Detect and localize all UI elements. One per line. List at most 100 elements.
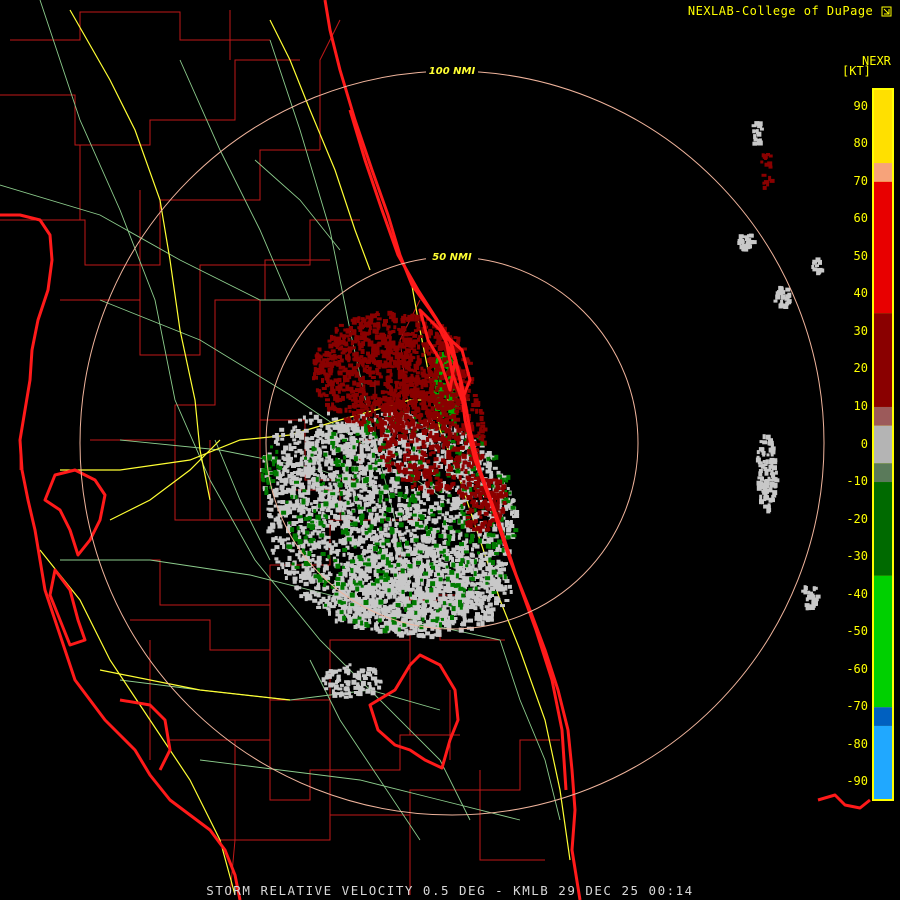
velocity-echo	[308, 570, 312, 576]
velocity-echo	[758, 469, 763, 473]
velocity-echo	[369, 472, 373, 476]
velocity-echo	[286, 537, 290, 541]
velocity-echo	[358, 395, 364, 401]
velocity-echo	[451, 606, 456, 612]
velocity-echo	[272, 488, 276, 493]
velocity-echo	[393, 594, 397, 598]
velocity-echo	[356, 382, 362, 388]
velocity-echo	[374, 578, 380, 584]
velocity-echo	[356, 576, 361, 582]
velocity-echo	[284, 569, 288, 575]
velocity-echo	[298, 520, 304, 523]
velocity-echo	[370, 459, 376, 463]
velocity-echo	[413, 329, 418, 333]
velocity-echo	[422, 595, 428, 599]
velocity-echo	[442, 608, 447, 611]
velocity-echo	[465, 564, 469, 568]
velocity-echo	[346, 452, 350, 458]
velocity-echo	[303, 539, 308, 544]
velocity-echo	[398, 369, 404, 375]
velocity-echo	[425, 631, 431, 636]
velocity-echo	[503, 574, 507, 580]
velocity-echo	[335, 447, 341, 453]
velocity-echo	[474, 544, 480, 549]
velocity-echo	[315, 542, 320, 546]
velocity-echo	[403, 507, 409, 510]
velocity-echo	[481, 467, 485, 471]
velocity-echo	[401, 364, 405, 369]
velocity-echo	[409, 506, 413, 511]
velocity-echo	[492, 457, 496, 461]
velocity-echo	[480, 621, 485, 627]
velocity-echo	[329, 435, 334, 439]
velocity-echo	[756, 131, 762, 137]
velocity-echo	[268, 526, 272, 531]
velocity-echo	[483, 586, 488, 590]
velocity-echo	[381, 581, 387, 587]
velocity-echo	[785, 301, 790, 306]
velocity-echo	[431, 539, 437, 544]
velocity-echo	[402, 599, 407, 605]
velocity-echo	[433, 501, 439, 506]
velocity-echo	[303, 428, 309, 433]
velocity-echo	[280, 437, 285, 441]
velocity-echo	[437, 495, 443, 499]
velocity-echo	[441, 529, 446, 533]
velocity-echo	[340, 529, 346, 535]
velocity-echo	[299, 471, 305, 477]
velocity-echo	[331, 525, 335, 531]
velocity-echo	[443, 520, 447, 526]
velocity-echo	[349, 386, 354, 392]
velocity-echo	[398, 576, 404, 581]
velocity-echo	[378, 591, 382, 597]
velocity-echo	[504, 585, 508, 589]
velocity-echo	[500, 604, 505, 608]
velocity-echo	[459, 542, 464, 547]
velocity-echo	[494, 565, 498, 569]
velocity-echo	[805, 597, 809, 602]
velocity-echo	[482, 551, 488, 555]
velocity-echo	[756, 485, 762, 491]
velocity-echo	[487, 611, 492, 615]
velocity-echo	[441, 617, 444, 621]
velocity-echo	[763, 486, 766, 490]
velocity-echo	[360, 620, 364, 626]
velocity-echo	[462, 499, 466, 503]
velocity-echo	[354, 518, 358, 522]
velocity-echo	[374, 599, 379, 604]
velocity-echo	[315, 487, 319, 492]
velocity-echo	[394, 488, 398, 494]
velocity-echo	[418, 500, 423, 505]
velocity-echo	[387, 588, 391, 592]
velocity-echo	[384, 390, 388, 394]
velocity-echo	[372, 431, 377, 436]
velocity-echo	[364, 413, 370, 418]
velocity-echo	[382, 505, 387, 511]
velocity-echo	[361, 453, 367, 457]
velocity-echo	[328, 455, 331, 460]
velocity-echo	[773, 477, 778, 481]
velocity-echo	[450, 440, 456, 443]
velocity-echo	[415, 322, 421, 328]
velocity-echo	[510, 512, 513, 516]
velocity-echo	[508, 491, 512, 495]
velocity-echo	[331, 443, 335, 449]
velocity-echo	[460, 523, 465, 529]
velocity-echo	[459, 587, 465, 591]
velocity-echo	[358, 685, 364, 691]
velocity-echo	[391, 341, 396, 347]
velocity-echo	[488, 557, 492, 563]
velocity-echo	[325, 402, 330, 407]
velocity-echo	[453, 610, 457, 616]
velocity-echo	[762, 460, 766, 463]
velocity-echo	[375, 535, 380, 541]
velocity-echo	[331, 521, 337, 526]
velocity-echo	[365, 535, 369, 541]
velocity-echo	[365, 406, 369, 411]
velocity-echo	[381, 562, 386, 567]
velocity-echo	[493, 526, 497, 530]
velocity-echo	[374, 481, 377, 485]
velocity-echo	[288, 446, 294, 452]
velocity-echo	[342, 375, 348, 379]
velocity-echo	[278, 473, 283, 477]
